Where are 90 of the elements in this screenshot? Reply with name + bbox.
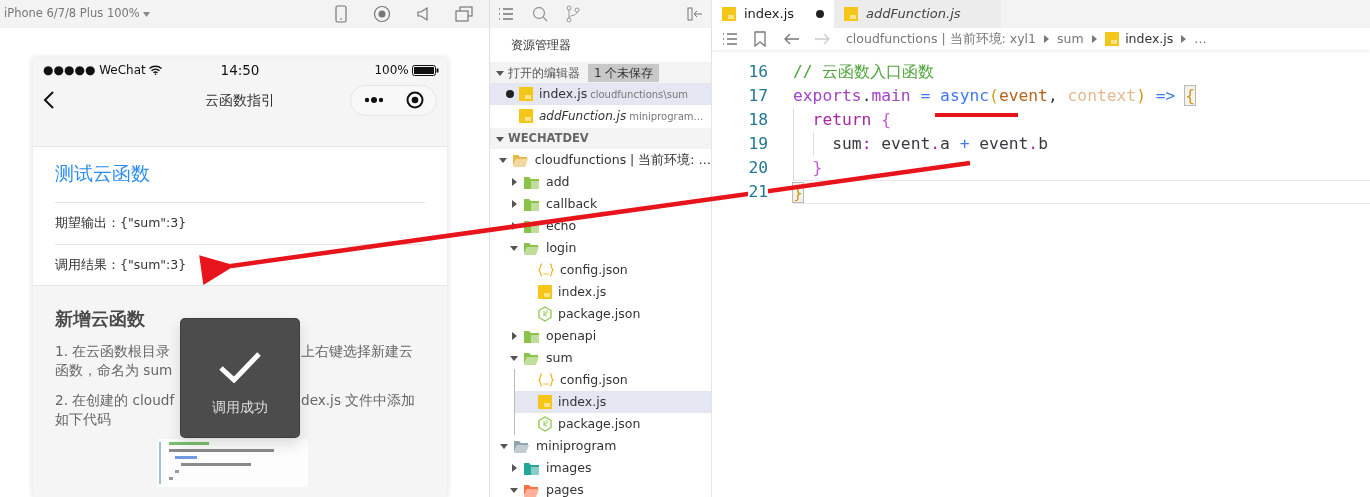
collapse-arrow-icon[interactable]	[496, 68, 504, 77]
tree-item[interactable]: package.json	[515, 413, 711, 435]
collapse-arrow-icon[interactable]	[499, 156, 508, 164]
toast-text: 调用成功	[212, 398, 268, 417]
paragraph-text: 函数，命名为 sum	[55, 360, 174, 380]
js-file-icon	[722, 7, 736, 21]
unsaved-badge: 1 个未保存	[588, 63, 660, 82]
paragraph-text: 2. 在创建的 cloudf	[55, 390, 176, 410]
code-line: return {	[793, 108, 1370, 132]
collapse-arrow-icon[interactable]	[496, 134, 504, 143]
collapse-arrow-icon[interactable]	[500, 442, 508, 450]
speaker-icon[interactable]	[415, 6, 431, 22]
expand-arrow-icon[interactable]	[510, 200, 518, 208]
tree-item[interactable]: index.js	[490, 281, 711, 303]
tree-item[interactable]: package.json	[490, 303, 711, 325]
code-line: sum: event.a + event.b	[793, 132, 1370, 156]
paragraph-text: 1. 在云函数根目录	[55, 341, 172, 361]
caret-icon	[143, 11, 151, 17]
status-time: 14:50	[220, 60, 260, 80]
js-file-icon	[538, 395, 552, 409]
wifi-icon	[149, 65, 162, 75]
editor-tab[interactable]: index.js	[712, 0, 835, 28]
search-icon[interactable]	[532, 6, 548, 22]
capsule-menu[interactable]	[350, 84, 437, 116]
open-editor-item[interactable]: index.js cloudfunctions\sum	[490, 83, 711, 105]
expand-arrow-icon[interactable]	[510, 332, 518, 340]
paragraph-text: dex.js 文件中添加	[301, 391, 416, 408]
bookmark-icon[interactable]	[754, 31, 766, 47]
list-icon[interactable]	[498, 7, 514, 21]
section-header[interactable]: 打开的编辑器 1 个未保存	[490, 62, 711, 83]
tree-item[interactable]: add	[490, 171, 711, 193]
section-header[interactable]: WECHATDEV	[490, 128, 711, 149]
result-text: 期望输出：{"sum":3}	[55, 202, 425, 245]
close-icon[interactable]	[405, 91, 424, 109]
record-icon[interactable]	[373, 5, 391, 23]
expand-arrow-icon[interactable]	[510, 178, 518, 186]
tree-item[interactable]: images	[490, 457, 711, 479]
chevron-icon	[1091, 35, 1097, 43]
json-file-icon	[538, 263, 554, 277]
carrier-label: ●●●●● WeChat	[43, 62, 146, 79]
breadcrumb-item[interactable]: index.js	[1104, 29, 1174, 49]
js-file-icon	[538, 285, 552, 299]
expand-arrow-icon[interactable]	[510, 464, 518, 472]
collapse-arrow-icon[interactable]	[510, 354, 518, 362]
more-icon[interactable]	[363, 97, 384, 103]
section-title: 新增云函数	[55, 308, 146, 332]
result-text: 调用结果：{"sum":3}	[55, 255, 188, 274]
collapse-icon[interactable]	[687, 7, 703, 21]
chevron-icon	[1181, 35, 1187, 43]
code-line: }	[793, 156, 1370, 180]
battery-percent: 100%	[374, 62, 409, 79]
js-file-icon	[519, 109, 533, 123]
code-line: // 云函数入口函数	[793, 61, 936, 83]
js-file-icon	[844, 7, 859, 21]
hexagon-file-icon	[538, 416, 552, 432]
js-file-icon	[519, 87, 533, 101]
tree-item[interactable]: pages	[490, 479, 711, 497]
card-title: 测试云函数	[55, 147, 425, 203]
paragraph-text: 上右键选择新建云	[301, 342, 413, 359]
tree-item[interactable]: config.json	[490, 259, 711, 281]
tree-item[interactable]: index.js	[515, 391, 711, 413]
outline-icon[interactable]	[722, 32, 738, 46]
collapse-arrow-icon[interactable]	[510, 244, 518, 252]
paragraph-text: 如下代码	[55, 409, 112, 429]
chevron-icon	[1044, 35, 1049, 43]
check-icon	[218, 351, 262, 383]
code-line: exports.main = async(event, context) => {	[793, 85, 1196, 107]
tree-item[interactable]: config.json	[515, 369, 711, 391]
json-file-icon	[538, 373, 554, 387]
js-file-icon	[1104, 32, 1119, 46]
device-selector[interactable]: iPhone 6/7/8 Plus 100%	[4, 5, 151, 23]
back-icon[interactable]	[43, 91, 55, 109]
panel-title: 资源管理器	[511, 37, 571, 54]
tree-item[interactable]: login	[490, 237, 711, 259]
tree-item[interactable]: sum	[490, 347, 711, 369]
breadcrumb-item[interactable]: sum	[1057, 29, 1084, 49]
page-title: 云函数指引	[204, 90, 276, 110]
breadcrumb-item[interactable]: cloudfunctions | 当前环境: xyl1	[846, 29, 1036, 49]
hexagon-file-icon	[538, 306, 552, 322]
open-editor-item[interactable]: addFunction.js miniprogram…	[490, 105, 711, 127]
tree-item[interactable]: callback	[490, 193, 711, 215]
breadcrumb-item[interactable]: …	[1194, 29, 1207, 49]
tree-item[interactable]: cloudfunctions | 当前环境: …	[490, 149, 711, 171]
battery-icon	[412, 64, 439, 76]
back-arrow-icon[interactable]	[784, 33, 800, 45]
collapse-arrow-icon[interactable]	[510, 486, 518, 494]
tree-item[interactable]: openapi	[490, 325, 711, 347]
windows-icon[interactable]	[455, 6, 473, 22]
editor-tab[interactable]: addFunction.js	[834, 0, 1001, 28]
tree-item[interactable]: miniprogram	[490, 435, 711, 457]
